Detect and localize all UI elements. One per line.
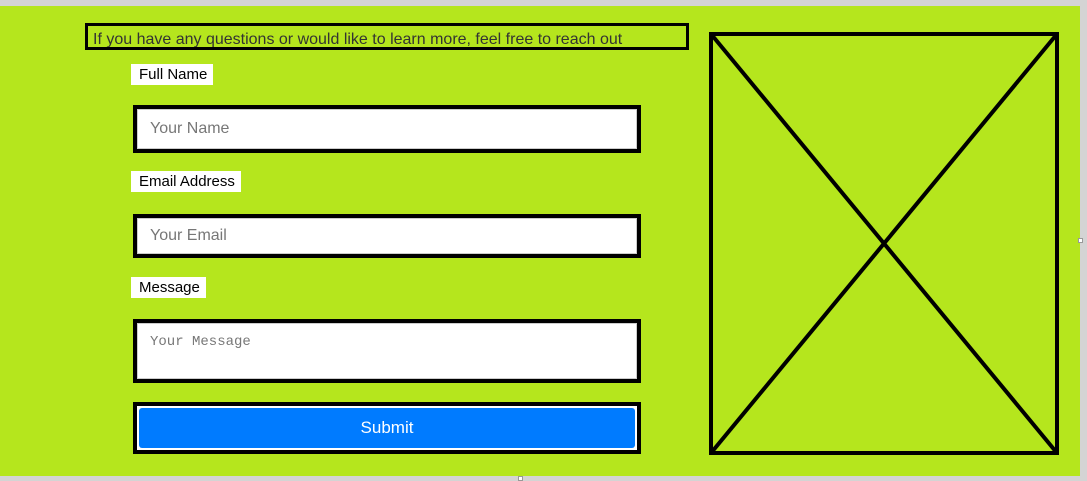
message-textarea[interactable]: [137, 323, 637, 379]
intro-text: If you have any questions or would like …: [85, 23, 689, 50]
email-label: Email Address: [131, 171, 241, 192]
email-field-frame: [133, 214, 641, 258]
full-name-input[interactable]: [137, 109, 637, 149]
full-name-field-frame: [133, 105, 641, 153]
full-name-label: Full Name: [131, 64, 214, 85]
wireframe-canvas: If you have any questions or would like …: [0, 6, 1080, 476]
resize-handle-right[interactable]: [1078, 238, 1083, 243]
image-placeholder-x-icon: [709, 32, 1059, 455]
submit-button[interactable]: Submit: [139, 408, 635, 448]
submit-button-frame: Submit: [133, 402, 641, 454]
message-label: Message: [131, 277, 206, 298]
message-field-frame: [133, 319, 641, 383]
email-input[interactable]: [137, 218, 637, 254]
resize-handle-bottom[interactable]: [518, 476, 523, 481]
